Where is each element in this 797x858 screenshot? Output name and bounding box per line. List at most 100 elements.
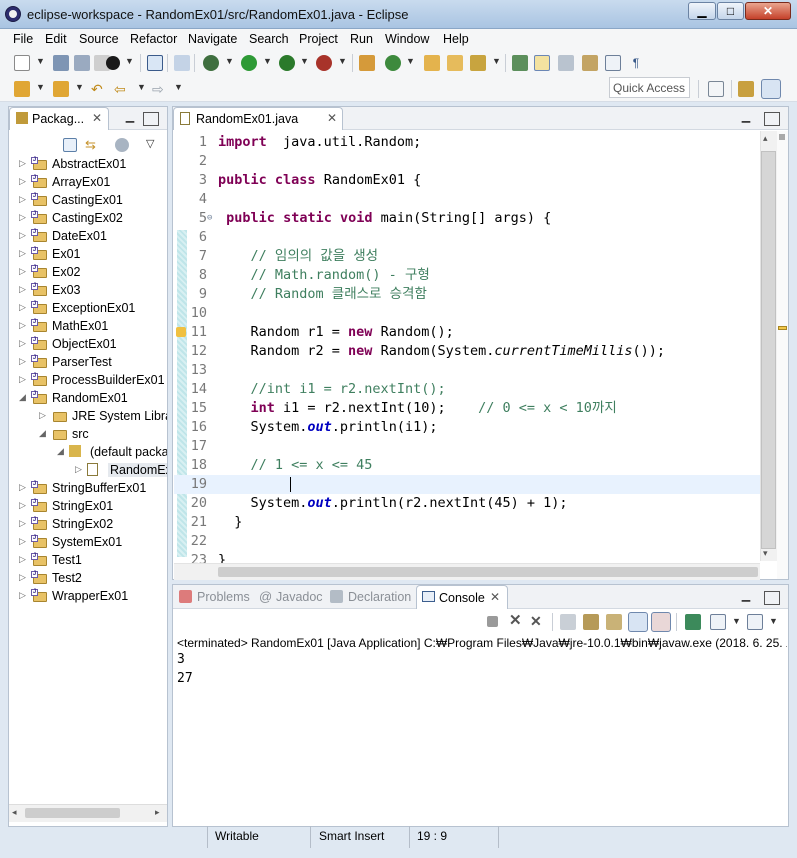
java-ee-perspective-icon[interactable]	[738, 81, 754, 97]
tree-item[interactable]: ▷ J ProcessBuilderEx01	[9, 371, 167, 389]
remove-all-terminated-icon[interactable]: ✕	[530, 613, 546, 629]
back-icon[interactable]: ⇦	[114, 81, 130, 97]
console-view-icon[interactable]	[147, 55, 163, 71]
show-on-error-icon[interactable]	[651, 612, 671, 632]
new-class-icon[interactable]	[385, 55, 401, 71]
code-editor[interactable]: 1 import java.util.Random; 2 3 public class …	[174, 130, 760, 572]
tree-item[interactable]: ▷ J Ex02	[9, 263, 167, 281]
tree-item[interactable]: ◢ J RandomEx01	[9, 389, 167, 407]
chevron-down-icon[interactable]: ▼	[36, 82, 45, 92]
horizontal-scrollbar[interactable]: ◂ ▸	[9, 804, 167, 822]
open-console-icon[interactable]	[747, 614, 763, 630]
code-line[interactable]: 12 Random r2 = new Random(System.current…	[174, 342, 760, 361]
user-icon[interactable]	[106, 56, 120, 70]
code-line[interactable]: 22	[174, 532, 760, 551]
pin-console-icon[interactable]	[685, 614, 701, 630]
collapse-all-icon[interactable]	[63, 138, 77, 152]
tree-item[interactable]: ▷ J StringEx02	[9, 515, 167, 533]
coverage-icon[interactable]	[279, 55, 295, 71]
word-wrap-icon[interactable]	[606, 614, 622, 630]
collapse-arrow-icon[interactable]: ◢	[19, 392, 29, 403]
open-perspective-icon[interactable]	[708, 81, 724, 97]
chevron-down-icon[interactable]: ▼	[492, 56, 501, 66]
scroll-down-icon[interactable]: ▾	[763, 548, 768, 559]
collapse-arrow-icon[interactable]: ◢	[57, 446, 67, 457]
tree-item[interactable]: ▷ RandomEx	[9, 461, 167, 479]
tab-package-explorer[interactable]: Packag... ✕	[9, 107, 109, 130]
scroll-up-icon[interactable]: ▴	[763, 133, 768, 144]
code-line[interactable]: 10	[174, 304, 760, 323]
focus-icon[interactable]	[115, 138, 129, 152]
code-line[interactable]: 13	[174, 361, 760, 380]
expand-arrow-icon[interactable]: ▷	[19, 176, 29, 187]
quick-access-input[interactable]: Quick Access	[609, 77, 690, 98]
code-line[interactable]: 5 public static void main(String[] args)…	[174, 209, 760, 228]
expand-arrow-icon[interactable]: ▷	[19, 302, 29, 313]
display-console-icon[interactable]	[710, 614, 726, 630]
new-icon[interactable]	[14, 55, 30, 71]
tree-item[interactable]: ▷ J SystemEx01	[9, 533, 167, 551]
pilcrow-icon[interactable]: ¶	[628, 55, 644, 71]
code-line[interactable]: 15 int i1 = r2.nextInt(10); // 0 <= x < …	[174, 399, 760, 418]
code-line[interactable]: 2	[174, 152, 760, 171]
next-annotation-icon[interactable]	[14, 81, 30, 97]
save-icon[interactable]	[53, 55, 69, 71]
menu-edit[interactable]: Edit	[45, 32, 67, 46]
scrollbar-thumb[interactable]	[25, 808, 120, 818]
chevron-down-icon[interactable]: ▼	[732, 616, 741, 626]
menu-file[interactable]: File	[13, 32, 33, 46]
warning-marker[interactable]	[778, 326, 787, 330]
tree-item[interactable]: ▷ J MathEx01	[9, 317, 167, 335]
chevron-down-icon[interactable]: ▼	[75, 82, 84, 92]
code-line[interactable]: 11 Random r1 = new Random();	[174, 323, 760, 342]
tree-item[interactable]: ◢ (default packa	[9, 443, 167, 461]
expand-arrow-icon[interactable]: ▷	[19, 248, 29, 259]
clear-console-icon[interactable]	[560, 614, 576, 630]
tree-item[interactable]: ▷ J Test2	[9, 569, 167, 587]
skip-breakpoints-icon[interactable]	[174, 55, 190, 71]
menu-refactor[interactable]: Refactor	[130, 32, 177, 46]
tab-declaration[interactable]: Declaration	[348, 590, 411, 604]
annotation-icon[interactable]	[512, 55, 528, 71]
tree-item[interactable]: ▷ J AbstractEx01	[9, 155, 167, 173]
menu-window[interactable]: Window	[385, 32, 429, 46]
menu-project[interactable]: Project	[299, 32, 338, 46]
tree-item[interactable]: ▷ J ParserTest	[9, 353, 167, 371]
tree-item[interactable]: ▷ J CastingEx02	[9, 209, 167, 227]
expand-arrow-icon[interactable]: ▷	[19, 320, 29, 331]
tab-problems[interactable]: Problems	[197, 590, 250, 604]
previous-annotation-icon[interactable]	[53, 81, 69, 97]
block-select-icon[interactable]	[582, 55, 598, 71]
search-icon[interactable]	[470, 55, 486, 71]
warning-icon[interactable]	[176, 327, 186, 337]
maximize-button[interactable]: □	[717, 2, 744, 20]
code-line[interactable]: 16 System.out.println(i1);	[174, 418, 760, 437]
tree-item[interactable]: ▷ J DateEx01	[9, 227, 167, 245]
forward-icon[interactable]: ⇨	[152, 81, 168, 97]
collapse-arrow-icon[interactable]: ◢	[39, 428, 49, 439]
scroll-right-icon[interactable]: ▸	[155, 807, 160, 818]
tree-item[interactable]: ▷ JRE System Librar	[9, 407, 167, 425]
menu-search[interactable]: Search	[249, 32, 289, 46]
expand-arrow-icon[interactable]: ▷	[19, 230, 29, 241]
debug-icon[interactable]	[203, 55, 219, 71]
chevron-down-icon[interactable]: ▼	[125, 56, 134, 66]
expand-arrow-icon[interactable]: ▷	[19, 482, 29, 493]
expand-arrow-icon[interactable]: ▷	[19, 194, 29, 205]
tree-item[interactable]: ▷ J StringEx01	[9, 497, 167, 515]
tab-randomex01-java[interactable]: RandomEx01.java ✕	[173, 107, 343, 130]
code-line[interactable]: 3 public class RandomEx01 {	[174, 171, 760, 190]
scroll-left-icon[interactable]: ◂	[12, 807, 17, 818]
expand-arrow-icon[interactable]: ▷	[19, 536, 29, 547]
scroll-lock-icon[interactable]	[583, 614, 599, 630]
scrollbar-thumb[interactable]	[218, 567, 758, 577]
tree-item[interactable]: ◢ src	[9, 425, 167, 443]
code-line[interactable]: 9 // Random 클래스로 승격함	[174, 285, 760, 304]
tree-item[interactable]: ▷ J ExceptionEx01	[9, 299, 167, 317]
close-icon[interactable]: ✕	[92, 111, 102, 125]
show-on-output-icon[interactable]	[628, 612, 648, 632]
chevron-down-icon[interactable]: ▼	[174, 82, 183, 92]
save-all-icon[interactable]	[74, 55, 90, 71]
scrollbar-thumb[interactable]	[761, 151, 776, 549]
tree-item[interactable]: ▷ J Ex01	[9, 245, 167, 263]
